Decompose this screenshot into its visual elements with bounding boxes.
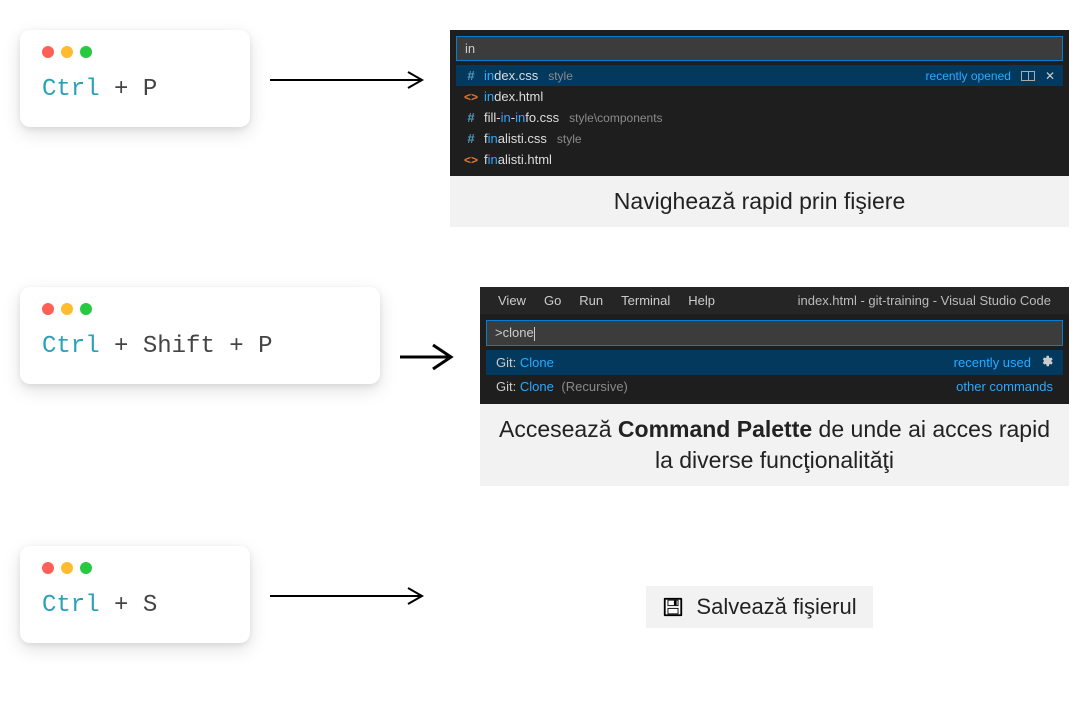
file-path: style\components bbox=[569, 111, 662, 125]
save-icon bbox=[662, 596, 684, 618]
key-p: P bbox=[143, 76, 157, 103]
menu-item[interactable]: Run bbox=[579, 293, 603, 308]
recently-opened-label: recently opened bbox=[926, 69, 1011, 83]
css-file-icon: # bbox=[464, 110, 478, 125]
file-path: style bbox=[548, 69, 573, 83]
dot-green-icon bbox=[80, 562, 92, 574]
row-ctrl-shift-p: Ctrl + Shift + P View Go Run Terminal He… bbox=[20, 287, 1069, 486]
dot-red-icon bbox=[42, 562, 54, 574]
menu-item[interactable]: View bbox=[498, 293, 526, 308]
caption-save-text: Salvează fişierul bbox=[696, 594, 856, 620]
split-editor-icon[interactable] bbox=[1021, 71, 1035, 81]
menu-item[interactable]: Terminal bbox=[621, 293, 670, 308]
shortcut-card-ctrl-shift-p: Ctrl + Shift + P bbox=[20, 287, 380, 384]
menu-item[interactable]: Help bbox=[688, 293, 715, 308]
key-ctrl: Ctrl bbox=[42, 76, 100, 103]
quickopen-item[interactable]: <> finalisti.html bbox=[456, 149, 1063, 170]
shortcut-text: Ctrl + Shift + P bbox=[42, 333, 358, 360]
file-name: finalisti.css bbox=[484, 131, 547, 146]
file-name: index.html bbox=[484, 89, 543, 104]
quickopen-item[interactable]: # index.css style recently opened ✕ bbox=[456, 65, 1063, 86]
arrow-icon bbox=[270, 546, 430, 606]
quickopen-item[interactable]: # fill-in-info.css style\components bbox=[456, 107, 1063, 128]
html-file-icon: <> bbox=[464, 153, 478, 167]
quickopen-item[interactable]: # finalisti.css style bbox=[456, 128, 1063, 149]
file-name: fill-in-info.css bbox=[484, 110, 559, 125]
arrow-icon bbox=[400, 287, 460, 372]
shortcut-card-ctrl-p: Ctrl + P bbox=[20, 30, 250, 127]
menu-item[interactable]: Go bbox=[544, 293, 561, 308]
window-dots bbox=[42, 303, 358, 315]
css-file-icon: # bbox=[464, 68, 478, 83]
key-ctrl: Ctrl bbox=[42, 333, 100, 360]
palette-search-input[interactable]: >clone bbox=[486, 320, 1063, 346]
key-shift: Shift bbox=[143, 333, 215, 360]
other-commands-label: other commands bbox=[956, 379, 1053, 394]
quickopen-column: in # index.css style recently opened ✕ <… bbox=[450, 30, 1069, 227]
dot-yellow-icon bbox=[61, 46, 73, 58]
key-p: P bbox=[258, 333, 272, 360]
command-name: Git: Clone (Recursive) bbox=[496, 379, 628, 394]
file-path: style bbox=[557, 132, 582, 146]
dot-green-icon bbox=[80, 303, 92, 315]
quickopen-item[interactable]: <> index.html bbox=[456, 86, 1063, 107]
quickopen-search-input[interactable]: in bbox=[456, 36, 1063, 61]
dot-green-icon bbox=[80, 46, 92, 58]
window-title: index.html - git-training - Visual Studi… bbox=[798, 293, 1051, 308]
file-name: index.css bbox=[484, 68, 538, 83]
shortcut-text: Ctrl + S bbox=[42, 592, 228, 619]
recently-used-label: recently used bbox=[954, 355, 1031, 370]
key-s: S bbox=[143, 592, 157, 619]
html-file-icon: <> bbox=[464, 90, 478, 104]
palette-item[interactable]: Git: Clone (Recursive) other commands bbox=[486, 375, 1063, 398]
key-ctrl: Ctrl bbox=[42, 592, 100, 619]
command-name: Git: Clone bbox=[496, 355, 554, 370]
quickopen-file-list: # index.css style recently opened ✕ <> i… bbox=[456, 65, 1063, 170]
gear-icon[interactable] bbox=[1039, 354, 1053, 371]
dot-yellow-icon bbox=[61, 562, 73, 574]
row-ctrl-s: Ctrl + S Salvează fişierul bbox=[20, 546, 1069, 643]
close-icon[interactable]: ✕ bbox=[1045, 69, 1055, 83]
caption-save: Salvează fişierul bbox=[646, 586, 872, 628]
palette-column: View Go Run Terminal Help index.html - g… bbox=[480, 287, 1069, 486]
shortcut-text: Ctrl + P bbox=[42, 76, 228, 103]
shortcut-card-ctrl-s: Ctrl + S bbox=[20, 546, 250, 643]
vscode-menubar: View Go Run Terminal Help index.html - g… bbox=[480, 287, 1069, 314]
caption-palette: Accesează Command Palette de unde ai acc… bbox=[480, 404, 1069, 486]
window-dots bbox=[42, 46, 228, 58]
row-ctrl-p: Ctrl + P in # index.css style recently o… bbox=[20, 30, 1069, 227]
dot-yellow-icon bbox=[61, 303, 73, 315]
command-palette-panel: View Go Run Terminal Help index.html - g… bbox=[480, 287, 1069, 404]
window-dots bbox=[42, 562, 228, 574]
dot-red-icon bbox=[42, 303, 54, 315]
arrow-icon bbox=[270, 30, 430, 90]
caption-quickopen: Navighează rapid prin fişiere bbox=[450, 176, 1069, 227]
file-name: finalisti.html bbox=[484, 152, 552, 167]
css-file-icon: # bbox=[464, 131, 478, 146]
save-column: Salvează fişierul bbox=[450, 546, 1069, 628]
dot-red-icon bbox=[42, 46, 54, 58]
quickopen-panel: in # index.css style recently opened ✕ <… bbox=[450, 30, 1069, 176]
palette-item[interactable]: Git: Clone recently used bbox=[486, 350, 1063, 375]
